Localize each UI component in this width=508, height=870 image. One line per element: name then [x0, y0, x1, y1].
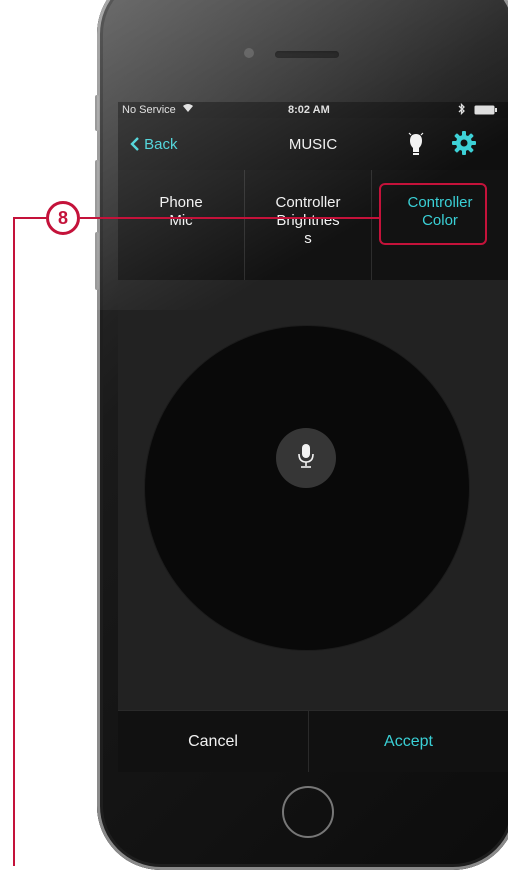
tab-label: Controller Brightnes s: [275, 194, 341, 247]
callout-leader-line: [13, 217, 47, 219]
battery-icon: [474, 105, 498, 118]
volume-up-button: [95, 160, 99, 218]
action-footer: Cancel Accept: [118, 710, 508, 772]
front-camera: [244, 48, 254, 58]
callout-leader-line: [13, 217, 15, 866]
visualizer-wheel: [145, 326, 469, 650]
status-bar: No Service 8:02 AM: [118, 102, 508, 118]
microphone-button[interactable]: [276, 428, 336, 488]
back-button[interactable]: Back: [130, 136, 178, 153]
callout-number-badge: 8: [46, 201, 80, 235]
visualizer-area: [118, 280, 508, 710]
wifi-icon: [182, 103, 194, 116]
chevron-left-icon: [130, 136, 144, 153]
carrier-label: No Service: [122, 104, 176, 116]
accept-button[interactable]: Accept: [309, 711, 508, 772]
bluetooth-icon: [458, 102, 466, 118]
back-label: Back: [144, 136, 178, 153]
tab-phone-mic[interactable]: Phone Mic: [118, 170, 245, 280]
lightbulb-icon[interactable]: [408, 132, 424, 163]
callout-highlight-box: [379, 183, 487, 245]
cancel-button[interactable]: Cancel: [118, 711, 309, 772]
side-button: [95, 95, 99, 131]
home-button[interactable]: [282, 786, 334, 838]
earpiece-speaker: [275, 51, 339, 58]
tab-label: Phone Mic: [159, 194, 203, 229]
microphone-icon: [298, 444, 314, 475]
clock: 8:02 AM: [288, 104, 330, 116]
navigation-bar: Back MUSIC: [118, 118, 508, 170]
tab-controller-brightness[interactable]: Controller Brightnes s: [245, 170, 372, 280]
gear-icon[interactable]: [452, 131, 476, 160]
volume-down-button: [95, 232, 99, 290]
callout-leader-line: [80, 217, 379, 219]
